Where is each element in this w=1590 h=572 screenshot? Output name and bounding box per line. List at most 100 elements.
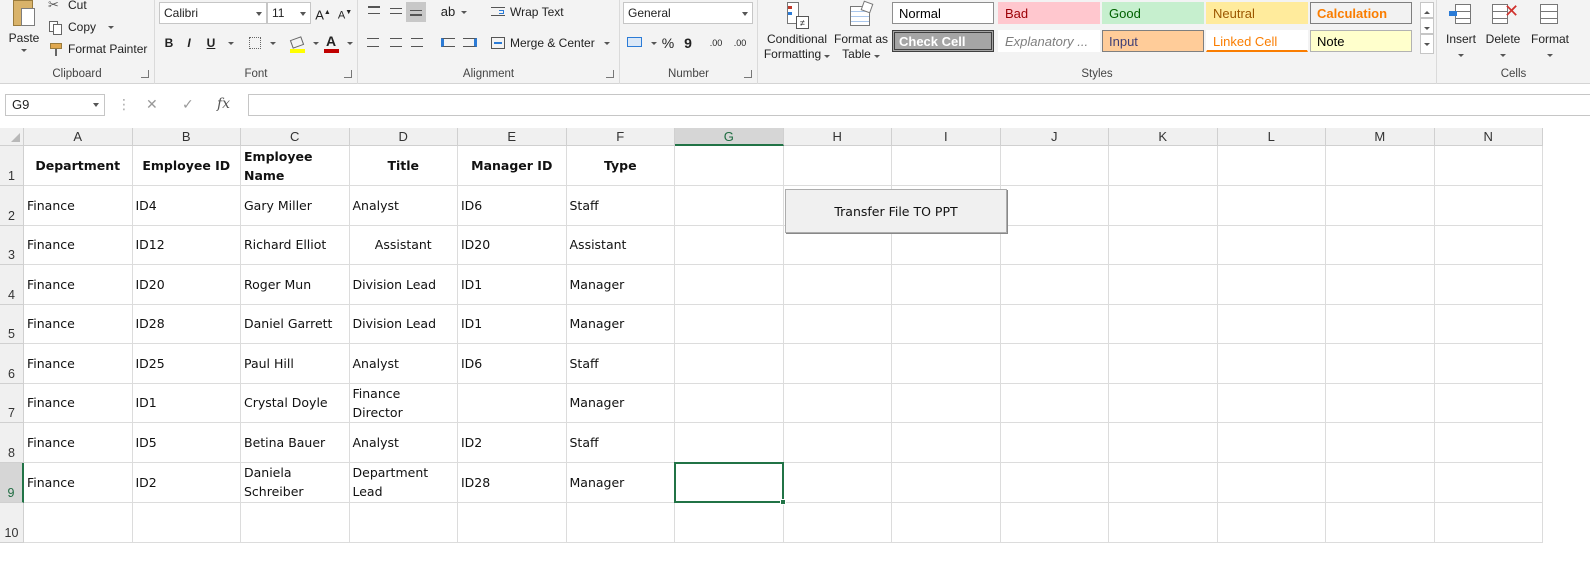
cell-m2[interactable] <box>1326 186 1435 226</box>
decrease-indent-button[interactable] <box>438 33 458 53</box>
cell-a4[interactable]: Finance <box>24 265 133 305</box>
cell-k2[interactable] <box>1109 186 1218 226</box>
cell-d10[interactable] <box>349 502 458 543</box>
wrap-text-button[interactable]: Wrap Text <box>490 4 564 20</box>
cell-h6[interactable] <box>783 344 892 384</box>
cell-n6[interactable] <box>1434 344 1543 384</box>
copy-button[interactable]: Copy <box>48 19 115 35</box>
cell-m3[interactable] <box>1326 225 1435 265</box>
cell-d1[interactable]: Title <box>349 146 458 186</box>
cell-e2[interactable]: ID6 <box>458 186 567 226</box>
italic-button[interactable]: I <box>179 33 199 53</box>
cell-l10[interactable] <box>1217 502 1326 543</box>
cell-e1[interactable]: Manager ID <box>458 146 567 186</box>
column-header-k[interactable]: K <box>1109 128 1218 146</box>
percent-style-button[interactable]: % <box>658 33 678 53</box>
transfer-to-ppt-button[interactable]: Transfer File TO PPT <box>785 189 1007 233</box>
cell-c6[interactable]: Paul Hill <box>241 344 350 384</box>
cell-a5[interactable]: Finance <box>24 304 133 344</box>
cell-style-calculation[interactable]: Calculation <box>1310 2 1412 24</box>
cell-i1[interactable] <box>892 146 1001 186</box>
cell-style-check-cell[interactable]: Check Cell <box>892 30 994 52</box>
cell-l6[interactable] <box>1217 344 1326 384</box>
font-color-dropdown-icon[interactable] <box>347 42 353 45</box>
cell-m9[interactable] <box>1326 462 1435 503</box>
paste-button[interactable]: Paste <box>6 0 42 52</box>
merge-center-dropdown-icon[interactable] <box>603 41 610 45</box>
align-center-button[interactable] <box>386 33 406 53</box>
row-header-10[interactable]: 10 <box>0 502 24 543</box>
cell-m8[interactable] <box>1326 423 1435 463</box>
cell-g8[interactable] <box>675 423 784 463</box>
column-header-m[interactable]: M <box>1326 128 1435 146</box>
column-header-f[interactable]: F <box>566 128 675 146</box>
font-name-select[interactable]: Calibri <box>159 2 267 24</box>
cell-j10[interactable] <box>1000 502 1109 543</box>
cell-e5[interactable]: ID1 <box>458 304 567 344</box>
gallery-scroll-up-button[interactable] <box>1420 2 1434 18</box>
comma-style-button[interactable]: 9 <box>678 33 698 53</box>
column-header-g[interactable]: G <box>675 128 784 146</box>
cell-n3[interactable] <box>1434 225 1543 265</box>
cell-h7[interactable] <box>783 383 892 423</box>
cell-e7[interactable] <box>458 383 567 423</box>
cell-i10[interactable] <box>892 502 1001 543</box>
increase-indent-button[interactable] <box>460 33 480 53</box>
cell-j1[interactable] <box>1000 146 1109 186</box>
grow-font-button[interactable]: A▲ <box>313 3 333 23</box>
cell-g10[interactable] <box>675 502 784 543</box>
cell-a3[interactable]: Finance <box>24 225 133 265</box>
cell-b10[interactable] <box>132 502 241 543</box>
cell-f5[interactable]: Manager <box>566 304 675 344</box>
cell-n5[interactable] <box>1434 304 1543 344</box>
cell-m4[interactable] <box>1326 265 1435 305</box>
cell-k7[interactable] <box>1109 383 1218 423</box>
cell-f2[interactable]: Staff <box>566 186 675 226</box>
cell-g6[interactable] <box>675 344 784 384</box>
cell-m10[interactable] <box>1326 502 1435 543</box>
cell-style-neutral[interactable]: Neutral <box>1206 2 1308 24</box>
cell-g4[interactable] <box>675 265 784 305</box>
cell-c1[interactable]: Employee Name <box>241 146 350 186</box>
cell-f4[interactable]: Manager <box>566 265 675 305</box>
alignment-launcher-icon[interactable] <box>606 70 614 78</box>
cell-b9[interactable]: ID2 <box>132 462 241 503</box>
cell-style-linked-cell[interactable]: Linked Cell <box>1206 30 1308 52</box>
cell-a7[interactable]: Finance <box>24 383 133 423</box>
insert-cells-button[interactable]: Insert <box>1443 0 1479 60</box>
column-header-j[interactable]: J <box>1000 128 1109 146</box>
align-left-button[interactable] <box>364 33 384 53</box>
cell-k3[interactable] <box>1109 225 1218 265</box>
cell-i5[interactable] <box>892 304 1001 344</box>
align-right-button[interactable] <box>406 33 426 53</box>
font-color-button[interactable]: A <box>321 31 341 53</box>
cell-f8[interactable]: Staff <box>566 423 675 463</box>
name-box[interactable]: G9 <box>5 94 105 116</box>
cell-h10[interactable] <box>783 502 892 543</box>
cell-g5[interactable] <box>675 304 784 344</box>
row-header-9[interactable]: 9 <box>0 462 24 503</box>
underline-button[interactable]: U <box>201 33 221 53</box>
column-header-c[interactable]: C <box>241 128 350 146</box>
cell-i4[interactable] <box>892 265 1001 305</box>
cell-b6[interactable]: ID25 <box>132 344 241 384</box>
increase-decimal-button[interactable]: .00 <box>706 33 726 53</box>
bold-button[interactable]: B <box>159 33 179 53</box>
cell-a10[interactable] <box>24 502 133 543</box>
cell-f7[interactable]: Manager <box>566 383 675 423</box>
merge-center-button[interactable]: Merge & Center <box>490 35 610 51</box>
cell-b4[interactable]: ID20 <box>132 265 241 305</box>
cell-style-normal[interactable]: Normal <box>892 2 994 24</box>
font-launcher-icon[interactable] <box>344 70 352 78</box>
cell-n1[interactable] <box>1434 146 1543 186</box>
row-header-2[interactable]: 2 <box>0 186 24 226</box>
cell-k8[interactable] <box>1109 423 1218 463</box>
row-header-4[interactable]: 4 <box>0 265 24 305</box>
cell-h1[interactable] <box>783 146 892 186</box>
cell-l3[interactable] <box>1217 225 1326 265</box>
accounting-dropdown-icon[interactable] <box>651 42 657 45</box>
row-header-3[interactable]: 3 <box>0 225 24 265</box>
cell-n9[interactable] <box>1434 462 1543 503</box>
cell-f9[interactable]: Manager <box>566 462 675 503</box>
cell-k5[interactable] <box>1109 304 1218 344</box>
